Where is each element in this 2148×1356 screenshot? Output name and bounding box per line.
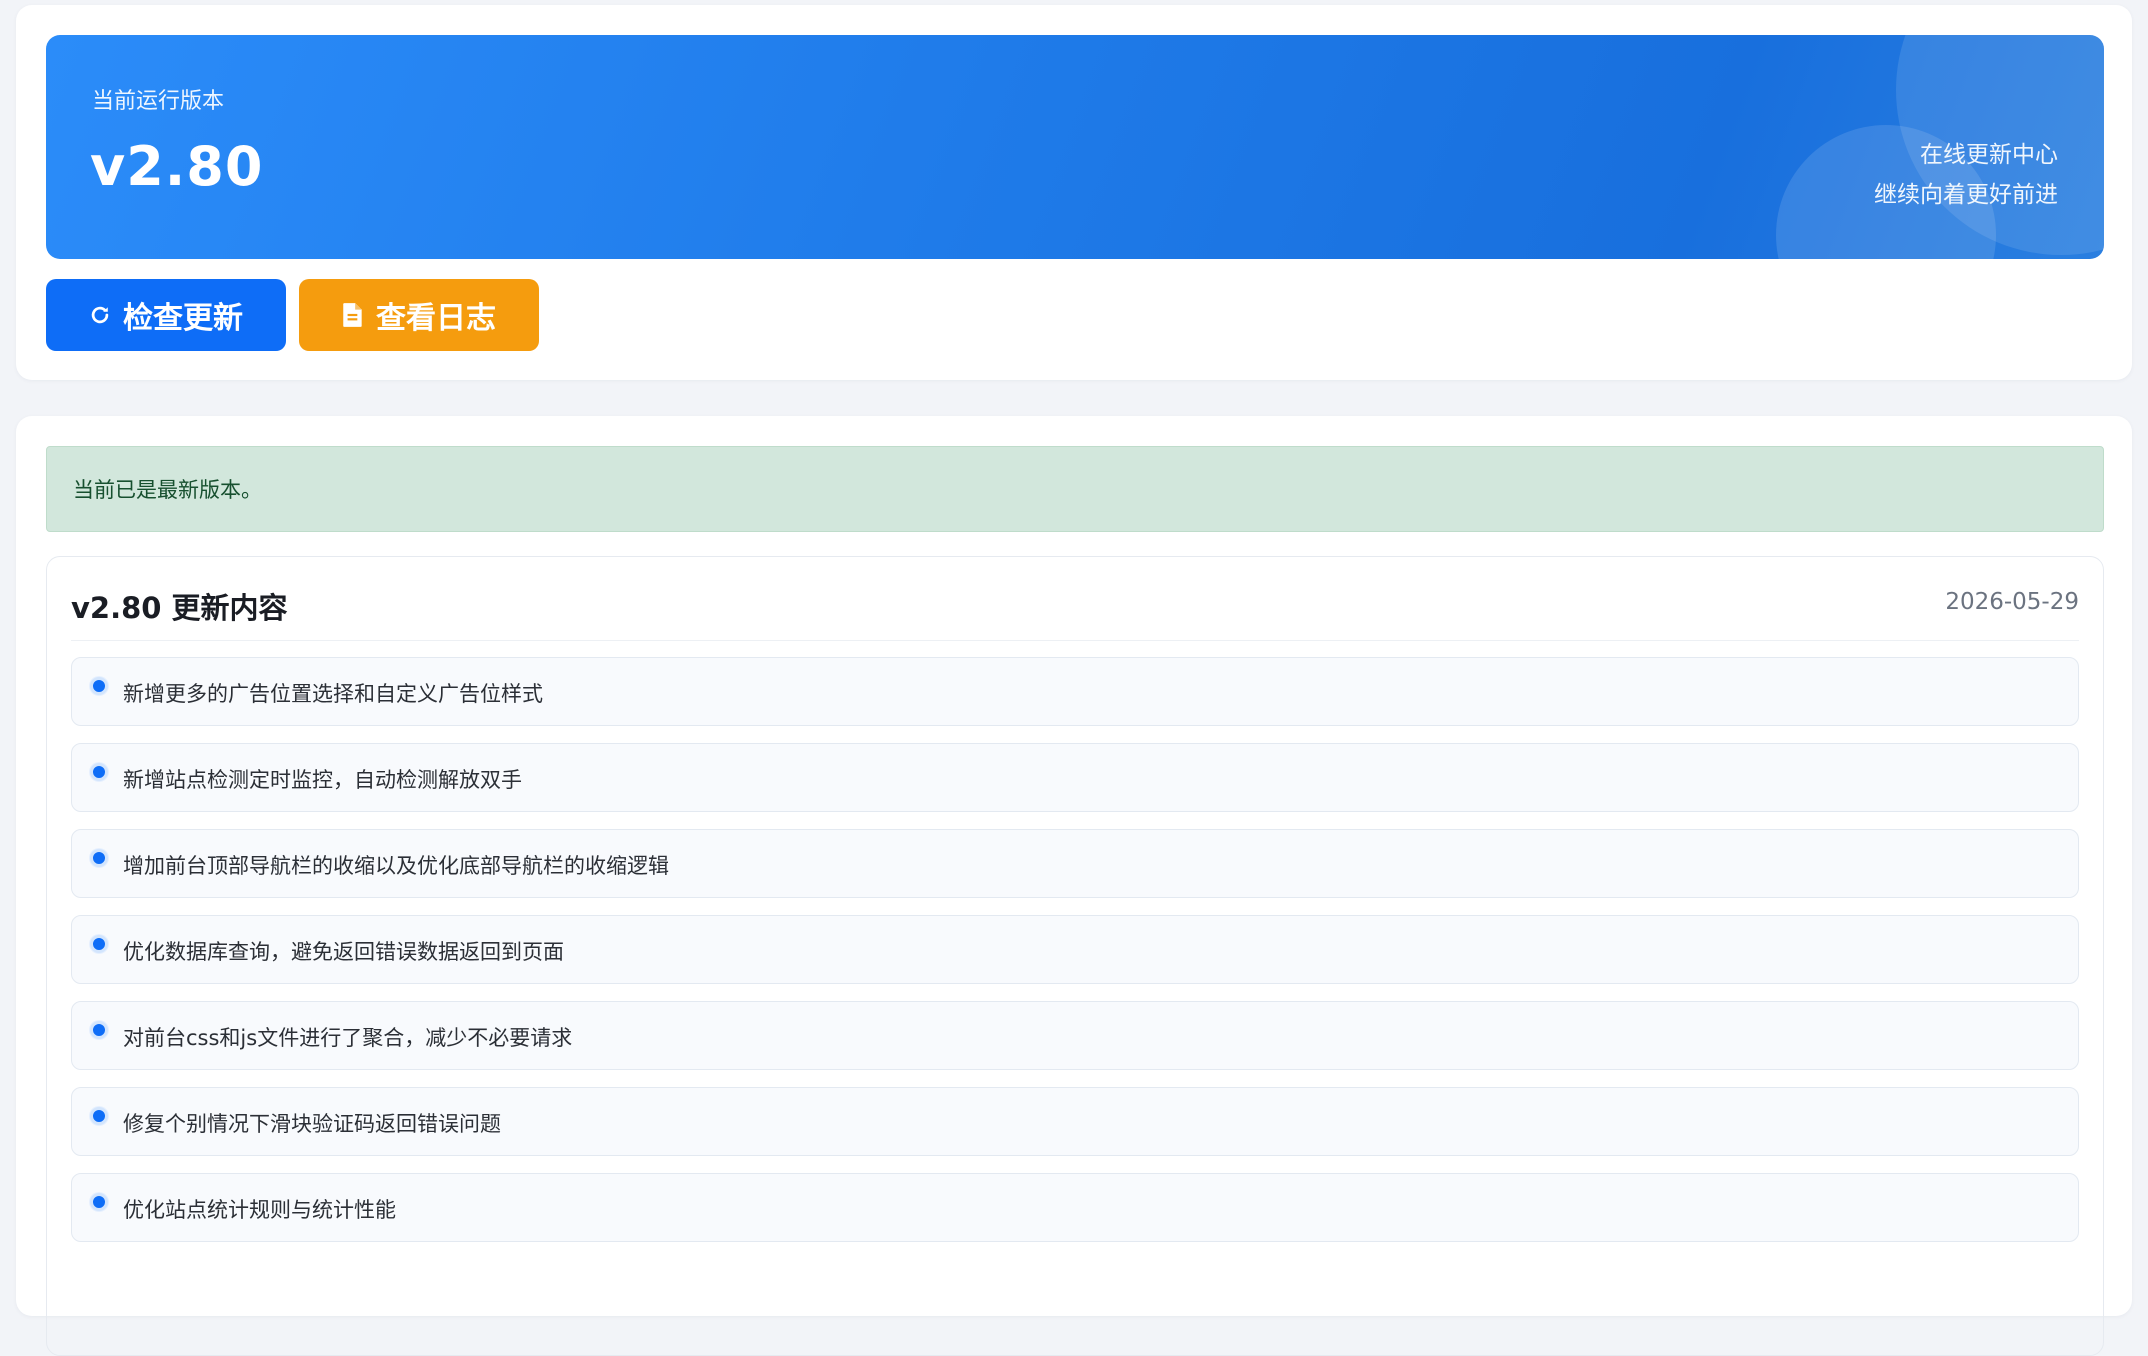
current-version: v2.80 xyxy=(90,135,264,198)
changelog-panel: v2.80 更新内容 2026-05-29 新增更多的广告位置选择和自定义广告位… xyxy=(46,556,2104,1356)
bullet-dot-icon xyxy=(90,1107,108,1125)
bullet-dot-icon xyxy=(90,677,108,695)
view-log-label: 查看日志 xyxy=(376,301,496,336)
list-item: 修复个别情况下滑块验证码返回错误问题 xyxy=(71,1087,2079,1156)
check-update-button[interactable]: 检查更新 xyxy=(46,279,286,351)
update-status-card: 当前已是最新版本。 v2.80 更新内容 2026-05-29 新增更多的广告位… xyxy=(16,416,2132,1356)
view-log-button[interactable]: 查看日志 xyxy=(299,279,539,351)
check-update-label: 检查更新 xyxy=(123,301,243,336)
bullet-dot-icon xyxy=(90,935,108,953)
up-to-date-alert: 当前已是最新版本。 xyxy=(46,446,2104,532)
current-version-label: 当前运行版本 xyxy=(92,89,225,114)
list-item: 对前台css和js文件进行了聚合，减少不必要请求 xyxy=(71,1001,2079,1070)
list-item-text: 优化站点统计规则与统计性能 xyxy=(123,1198,396,1222)
banner-slogan-title: 在线更新中心 xyxy=(1920,142,2058,168)
list-item-text: 修复个别情况下滑块验证码返回错误问题 xyxy=(123,1112,501,1136)
changelog-list: 新增更多的广告位置选择和自定义广告位样式 新增站点检测定时监控，自动检测解放双手… xyxy=(71,657,2079,1259)
changelog-date: 2026-05-29 xyxy=(1945,589,2079,615)
list-item: 优化站点统计规则与统计性能 xyxy=(71,1173,2079,1242)
alert-message: 当前已是最新版本。 xyxy=(73,478,262,502)
bullet-dot-icon xyxy=(90,1021,108,1039)
list-item: 新增更多的广告位置选择和自定义广告位样式 xyxy=(71,657,2079,726)
list-item: 新增站点检测定时监控，自动检测解放双手 xyxy=(71,743,2079,812)
list-item: 增加前台顶部导航栏的收缩以及优化底部导航栏的收缩逻辑 xyxy=(71,829,2079,898)
list-item-text: 优化数据库查询，避免返回错误数据返回到页面 xyxy=(123,940,564,964)
bullet-dot-icon xyxy=(90,1193,108,1211)
document-icon xyxy=(342,302,364,328)
changelog-title: v2.80 更新内容 xyxy=(71,591,288,625)
list-item-text: 新增更多的广告位置选择和自定义广告位样式 xyxy=(123,682,543,706)
version-banner: 当前运行版本 v2.80 在线更新中心 继续向着更好前进 xyxy=(46,35,2104,259)
changelog-header: v2.80 更新内容 2026-05-29 xyxy=(71,557,2079,641)
banner-slogan: 在线更新中心 继续向着更好前进 xyxy=(1874,135,2058,215)
bullet-dot-icon xyxy=(90,849,108,867)
list-item-text: 增加前台顶部导航栏的收缩以及优化底部导航栏的收缩逻辑 xyxy=(123,854,669,878)
version-card: 当前运行版本 v2.80 在线更新中心 继续向着更好前进 检查更新 查看日志 xyxy=(16,5,2132,380)
list-item-text: 新增站点检测定时监控，自动检测解放双手 xyxy=(123,768,522,792)
refresh-icon xyxy=(89,304,111,326)
banner-slogan-subtitle: 继续向着更好前进 xyxy=(1874,182,2058,208)
list-item: 优化数据库查询，避免返回错误数据返回到页面 xyxy=(71,915,2079,984)
list-item-text: 对前台css和js文件进行了聚合，减少不必要请求 xyxy=(123,1026,573,1050)
bullet-dot-icon xyxy=(90,763,108,781)
